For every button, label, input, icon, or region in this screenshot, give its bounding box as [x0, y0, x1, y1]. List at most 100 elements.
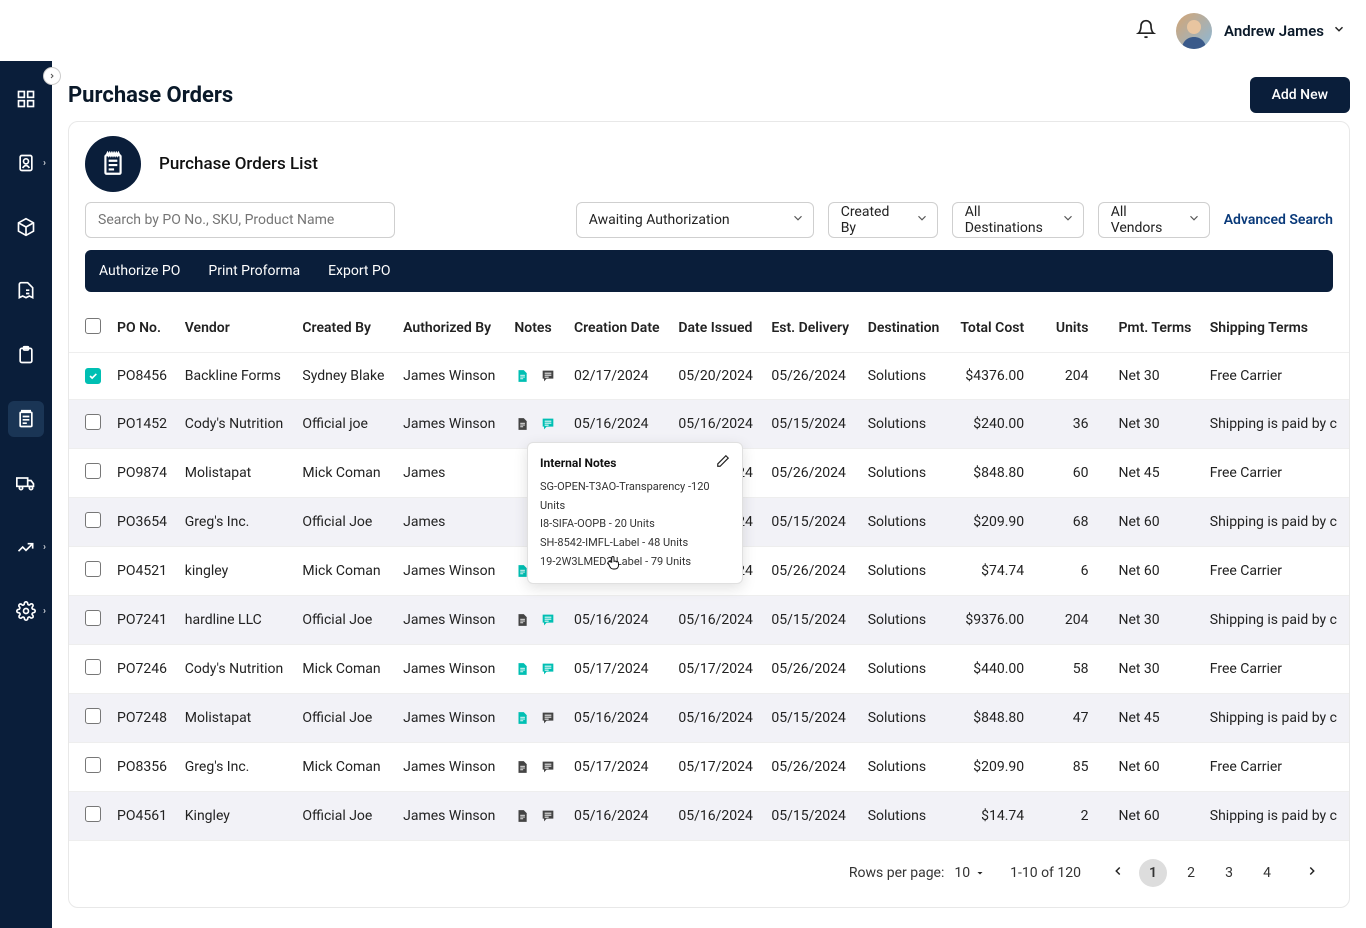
cell-date-issued: 05/17/2024 — [670, 743, 763, 792]
cell-vendor: kingley — [177, 547, 295, 596]
sidebar-item-settings[interactable]: › — [8, 593, 44, 629]
cell-est-delivery: 05/26/2024 — [763, 449, 859, 498]
chevron-right-icon: › — [43, 542, 46, 553]
chevron-down-icon — [1332, 21, 1346, 40]
col-created-by[interactable]: Created By — [294, 304, 395, 353]
advanced-search-link[interactable]: Advanced Search — [1224, 212, 1333, 228]
internal-notes-icon[interactable] — [514, 709, 530, 727]
col-date-issued[interactable]: Date Issued — [670, 304, 763, 353]
row-checkbox[interactable] — [85, 368, 101, 384]
table-row[interactable]: PO8356 Greg's Inc. Mick Coman James Wins… — [69, 743, 1349, 792]
page-button[interactable]: 1 — [1139, 859, 1167, 887]
col-destination[interactable]: Destination — [860, 304, 950, 353]
internal-notes-icon[interactable] — [514, 415, 530, 433]
table-row[interactable]: PO7246 Cody's Nutrition Mick Coman James… — [69, 645, 1349, 694]
internal-notes-icon[interactable] — [514, 660, 530, 678]
col-total-cost[interactable]: Total Cost — [950, 304, 1046, 353]
cell-est-delivery: 05/15/2024 — [763, 792, 859, 841]
sidebar-item-invoices[interactable] — [8, 273, 44, 309]
sidebar-item-purchase-orders[interactable] — [8, 401, 44, 437]
cell-units: 204 — [1046, 353, 1110, 400]
table-row[interactable]: PO4561 Kingley Official Joe James Winson… — [69, 792, 1349, 841]
prev-page-button[interactable] — [1105, 860, 1131, 886]
vendor-notes-icon[interactable] — [540, 367, 556, 385]
receipt-icon — [85, 136, 141, 192]
internal-notes-icon[interactable] — [514, 367, 530, 385]
col-pmt-terms[interactable]: Pmt. Terms — [1110, 304, 1201, 353]
print-proforma-button[interactable]: Print Proforma — [208, 263, 300, 279]
page-button[interactable]: 2 — [1177, 859, 1205, 887]
next-page-button[interactable] — [1299, 860, 1325, 886]
cell-created-by: Official Joe — [294, 792, 395, 841]
sidebar-expand-toggle[interactable] — [43, 67, 61, 85]
page-button[interactable]: 3 — [1215, 859, 1243, 887]
authorize-po-button[interactable]: Authorize PO — [99, 263, 180, 279]
row-checkbox[interactable] — [85, 708, 101, 724]
rpp-select[interactable]: 10 — [954, 865, 986, 881]
row-checkbox[interactable] — [85, 757, 101, 773]
cell-destination: Solutions — [860, 792, 950, 841]
internal-notes-icon[interactable] — [514, 611, 530, 629]
user-menu[interactable]: Andrew James — [1176, 13, 1346, 49]
sidebar-item-shipping[interactable] — [8, 465, 44, 501]
row-checkbox[interactable] — [85, 512, 101, 528]
search-input[interactable] — [85, 202, 395, 238]
select-all-checkbox[interactable] — [85, 318, 101, 334]
col-authorized-by[interactable]: Authorized By — [395, 304, 506, 353]
cell-created-by: Sydney Blake — [294, 353, 395, 400]
cell-authorized-by: James Winson — [395, 743, 506, 792]
vendor-notes-icon[interactable] — [540, 758, 556, 776]
cell-notes — [506, 353, 566, 400]
row-checkbox[interactable] — [85, 414, 101, 430]
cell-shipping-terms: Shipping is paid by c — [1202, 792, 1349, 841]
cell-shipping-terms: Shipping is paid by c — [1202, 498, 1349, 547]
cell-est-delivery: 05/26/2024 — [763, 645, 859, 694]
sidebar-item-inventory[interactable] — [8, 209, 44, 245]
vendors-dropdown[interactable]: All Vendors — [1098, 202, 1210, 238]
bell-icon[interactable] — [1136, 19, 1156, 43]
status-dropdown[interactable]: Awaiting Authorization — [576, 202, 814, 238]
cell-vendor: Cody's Nutrition — [177, 400, 295, 449]
vendor-notes-icon[interactable] — [540, 611, 556, 629]
created-by-dropdown[interactable]: Created By — [828, 202, 938, 238]
vendor-notes-icon[interactable] — [540, 415, 556, 433]
cell-units: 47 — [1046, 694, 1110, 743]
table-row[interactable]: PO7241 hardline LLC Official Joe James W… — [69, 596, 1349, 645]
row-checkbox[interactable] — [85, 806, 101, 822]
add-new-button[interactable]: Add New — [1250, 77, 1350, 113]
sidebar-item-reports[interactable]: › — [8, 529, 44, 565]
page-button[interactable]: 4 — [1253, 859, 1281, 887]
row-checkbox[interactable] — [85, 463, 101, 479]
row-checkbox[interactable] — [85, 561, 101, 577]
cell-date-issued: 05/16/2024 — [670, 694, 763, 743]
internal-notes-icon[interactable] — [514, 758, 530, 776]
destination-dropdown[interactable]: All Destinations — [952, 202, 1084, 238]
col-units[interactable]: Units — [1046, 304, 1110, 353]
cell-total-cost: $14.74 — [950, 792, 1046, 841]
cell-created-by: Mick Coman — [294, 547, 395, 596]
col-est-delivery[interactable]: Est. Delivery — [763, 304, 859, 353]
row-checkbox[interactable] — [85, 659, 101, 675]
cell-creation-date: 05/16/2024 — [566, 596, 670, 645]
col-vendor[interactable]: Vendor — [177, 304, 295, 353]
pencil-icon[interactable] — [716, 453, 730, 472]
cell-vendor: Backline Forms — [177, 353, 295, 400]
table-row[interactable]: PO7248 Molistapat Official Joe James Win… — [69, 694, 1349, 743]
cell-destination: Solutions — [860, 400, 950, 449]
cell-po-no: PO7241 — [109, 596, 177, 645]
row-checkbox[interactable] — [85, 610, 101, 626]
vendor-notes-icon[interactable] — [540, 660, 556, 678]
cell-vendor: Kingley — [177, 792, 295, 841]
sidebar-item-tasks[interactable] — [8, 337, 44, 373]
vendor-notes-icon[interactable] — [540, 807, 556, 825]
col-creation-date[interactable]: Creation Date — [566, 304, 670, 353]
internal-notes-icon[interactable] — [514, 807, 530, 825]
vendor-notes-icon[interactable] — [540, 709, 556, 727]
chevron-down-icon — [1061, 211, 1075, 229]
col-shipping-terms[interactable]: Shipping Terms — [1202, 304, 1349, 353]
col-po-no[interactable]: PO No. — [109, 304, 177, 353]
table-row[interactable]: PO8456 Backline Forms Sydney Blake James… — [69, 353, 1349, 400]
export-po-button[interactable]: Export PO — [328, 263, 390, 279]
sidebar-item-dashboard[interactable] — [8, 81, 44, 117]
sidebar-item-contacts[interactable]: › — [8, 145, 44, 181]
